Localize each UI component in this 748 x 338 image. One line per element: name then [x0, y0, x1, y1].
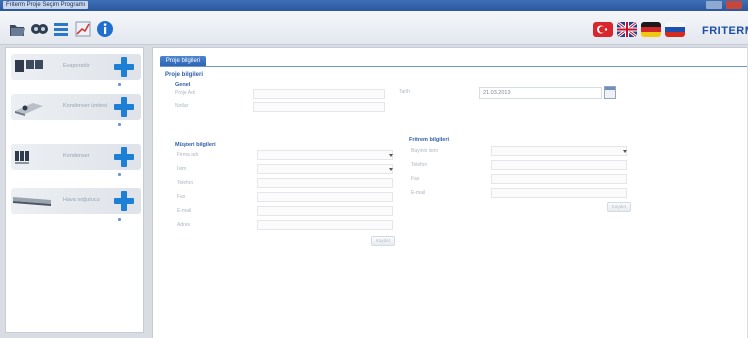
sidebar-item-label: Hava soğutucu: [63, 197, 100, 203]
info-icon[interactable]: [96, 20, 114, 38]
project-name-field[interactable]: [253, 89, 385, 99]
chevron-down-icon[interactable]: [623, 150, 627, 153]
notes-label: Notlar: [175, 103, 189, 109]
notes-field[interactable]: [253, 102, 385, 112]
indicator: [118, 173, 121, 176]
dealer-fax-field[interactable]: [491, 174, 627, 184]
tab-divider: [160, 66, 747, 67]
indicator: [118, 218, 121, 221]
address-field[interactable]: [257, 220, 393, 230]
name-label: İsim: [177, 166, 187, 172]
add-icon[interactable]: [113, 56, 135, 78]
dual-fan-icon[interactable]: [30, 20, 48, 38]
email-label: E-mail: [177, 208, 192, 214]
company-select[interactable]: [257, 150, 393, 160]
chevron-down-icon[interactable]: [389, 168, 393, 171]
dealer-fax-label: Fax: [411, 176, 420, 182]
sidebar-item-condensing-unit[interactable]: Kondenser ünitesi: [11, 94, 141, 120]
list-icon[interactable]: [52, 20, 70, 38]
section-title: Proje bilgileri: [165, 72, 204, 78]
open-folder-icon[interactable]: [8, 20, 26, 38]
phone-label: Telefon: [177, 180, 194, 186]
equipment-sidebar: Evaporatör Kondenser ünitesi Kondenser H…: [5, 47, 144, 333]
window-title-bar: Friterm Proje Seçim Programı: [0, 0, 748, 11]
brand-logo: FRITERM: [702, 25, 748, 37]
sidebar-item-evaporator[interactable]: Evaporatör: [11, 54, 141, 80]
dealer-email-label: E-mail: [411, 190, 426, 196]
customer-title: Müşteri bilgileri: [175, 142, 216, 148]
dealer-select[interactable]: [491, 146, 627, 156]
chevron-down-icon[interactable]: [389, 154, 393, 157]
phone-field[interactable]: [257, 178, 393, 188]
russian-flag-icon[interactable]: [665, 22, 685, 37]
add-icon[interactable]: [113, 146, 135, 168]
customer-save-button[interactable]: Kaydet: [371, 236, 395, 246]
tab-project-info[interactable]: Proje bilgileri: [160, 56, 206, 66]
sidebar-item-label: Evaporatör: [63, 63, 90, 69]
main-content: Proje bilgileri Proje bilgileri Genel Pr…: [152, 47, 747, 338]
distributor-save-button[interactable]: Kaydet: [607, 202, 631, 212]
date-label: Tarih: [399, 89, 410, 95]
sidebar-item-condenser[interactable]: Kondenser: [11, 144, 141, 170]
air-cooler-thumbnail: [13, 197, 51, 206]
german-flag-icon[interactable]: [641, 22, 661, 37]
date-field[interactable]: 21.03.2013: [479, 87, 602, 99]
dealer-name-label: Bayinin ismi: [411, 148, 438, 154]
condenser-coil-thumbnail: [15, 151, 29, 164]
condenser-thumbnail: [15, 103, 43, 116]
sidebar-item-label: Kondenser: [63, 153, 90, 159]
name-select[interactable]: [257, 164, 393, 174]
close-button[interactable]: [726, 1, 742, 9]
english-flag-icon[interactable]: [617, 22, 637, 37]
dealer-phone-label: Telefon: [411, 162, 428, 168]
indicator: [118, 83, 121, 86]
dealer-phone-field[interactable]: [491, 160, 627, 170]
minimize-button[interactable]: [706, 1, 722, 9]
project-name-label: Proje Adı: [175, 90, 196, 96]
add-icon[interactable]: [113, 96, 135, 118]
fax-label: Fax: [177, 194, 186, 200]
distributor-title: Fritrem bilgileri: [409, 137, 450, 143]
evaporator-thumbnail: [15, 60, 43, 72]
address-label: Adres: [177, 222, 191, 228]
chart-icon[interactable]: [74, 20, 92, 38]
calendar-icon[interactable]: [604, 86, 616, 99]
turkish-flag-icon[interactable]: [593, 22, 613, 37]
sidebar-item-label: Kondenser ünitesi: [63, 103, 108, 109]
indicator: [118, 123, 121, 126]
email-field[interactable]: [257, 206, 393, 216]
company-label: Firma adı: [177, 152, 199, 158]
sidebar-item-air-cooler[interactable]: Hava soğutucu: [11, 188, 141, 214]
fax-field[interactable]: [257, 192, 393, 202]
general-title: Genel: [175, 82, 191, 88]
window-title: Friterm Proje Seçim Programı: [3, 1, 89, 9]
dealer-email-field[interactable]: [491, 188, 627, 198]
add-icon[interactable]: [113, 190, 135, 212]
toolbar: FRITERM: [0, 11, 748, 45]
